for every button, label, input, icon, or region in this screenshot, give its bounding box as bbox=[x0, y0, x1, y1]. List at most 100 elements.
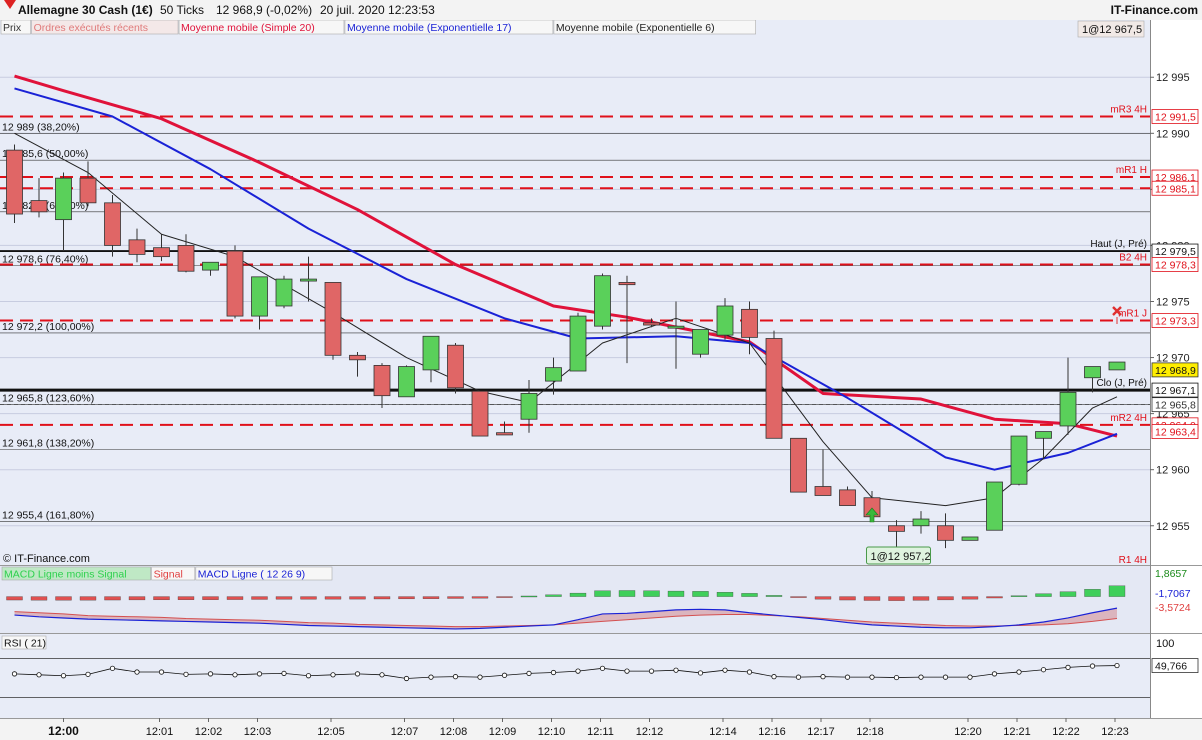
macd-histogram-bar bbox=[1010, 595, 1028, 597]
price-tag-label: 12 985,1 bbox=[1155, 183, 1196, 195]
candle-body bbox=[300, 278, 317, 282]
rsi-point bbox=[403, 675, 410, 682]
timestamp: 20 juil. 2020 12:23:53 bbox=[320, 3, 435, 17]
time-tick-label: 12:11 bbox=[587, 726, 614, 738]
legend-item-label: Ordres exécutés récents bbox=[34, 22, 148, 34]
macd-histogram-bar bbox=[79, 596, 97, 601]
candle-body bbox=[55, 177, 72, 221]
level-label: R1 4H bbox=[1119, 555, 1147, 566]
candle-body bbox=[594, 275, 611, 327]
rsi-point bbox=[11, 671, 18, 677]
chart-dropdown-icon[interactable] bbox=[4, 0, 16, 9]
candle-body bbox=[1010, 435, 1028, 485]
macd-histogram-bar bbox=[569, 592, 587, 597]
macd-histogram-bar bbox=[349, 596, 366, 600]
candle-body bbox=[324, 282, 342, 356]
candle-body bbox=[716, 305, 734, 336]
rsi-point bbox=[795, 674, 802, 680]
rsi-point bbox=[85, 671, 91, 677]
macd-histogram-bar bbox=[937, 596, 954, 601]
candle-body bbox=[226, 250, 244, 317]
macd-value-label: 1,8657 bbox=[1155, 568, 1187, 580]
macd-value-label: -3,5724 bbox=[1155, 602, 1191, 614]
candle-body bbox=[937, 525, 954, 541]
macd-histogram-bar bbox=[1059, 591, 1077, 597]
macd-histogram-bar bbox=[986, 596, 1003, 599]
rsi-point bbox=[575, 668, 581, 674]
candle-body bbox=[177, 245, 195, 272]
macd-histogram-bar bbox=[839, 596, 856, 601]
chart-area[interactable]: 12 989 (38,20%)12 985,6 (50,00%)12 982,6… bbox=[0, 20, 1202, 740]
rsi-point bbox=[183, 671, 189, 677]
time-tick-label: 12:00 bbox=[48, 724, 79, 738]
rsi-point bbox=[893, 674, 900, 681]
candle-body bbox=[569, 315, 587, 372]
legend-item-label: Moyenne mobile (Exponentielle 17) bbox=[347, 22, 512, 34]
price-tag-label: 12 963,4 bbox=[1155, 427, 1196, 439]
candle-body bbox=[986, 481, 1003, 531]
candle-body bbox=[667, 325, 685, 329]
candle-body bbox=[373, 365, 391, 397]
candle-body bbox=[1108, 361, 1126, 371]
candle-body bbox=[814, 486, 832, 496]
macd-histogram-bar bbox=[447, 596, 464, 599]
macd-legend-label: MACD Ligne ( 12 26 9) bbox=[198, 569, 305, 581]
fib-label: 12 961,8 (138,20%) bbox=[2, 438, 94, 450]
rsi-point bbox=[354, 671, 361, 677]
rsi-point bbox=[477, 674, 483, 680]
level-label: Haut (J, Pré) bbox=[1090, 239, 1147, 250]
main-plot-bg bbox=[0, 20, 1150, 565]
level-label: B2 4H bbox=[1119, 252, 1147, 263]
rsi-point bbox=[60, 673, 67, 679]
macd-legend-label: Signal bbox=[154, 569, 183, 581]
macd-histogram-bar bbox=[202, 596, 219, 600]
macd-histogram-bar bbox=[741, 593, 758, 597]
title-bar: Allemagne 30 Cash (1€) 50 Ticks 12 968,9… bbox=[0, 0, 1202, 21]
macd-histogram-bar bbox=[300, 596, 317, 600]
rsi-point bbox=[991, 671, 998, 677]
price-tag-label: 12 978,3 bbox=[1155, 259, 1196, 271]
time-tick-label: 12:21 bbox=[1003, 726, 1031, 738]
rsi-point bbox=[1065, 664, 1071, 671]
time-tick-label: 12:16 bbox=[758, 726, 786, 738]
rsi-point bbox=[746, 669, 753, 675]
price-tick-label: 12 955 bbox=[1156, 521, 1190, 533]
macd-histogram-bar bbox=[128, 596, 146, 601]
macd-histogram-bar bbox=[961, 596, 979, 600]
fib-label: 12 989 (38,20%) bbox=[2, 121, 80, 133]
candle-body bbox=[422, 335, 440, 371]
rsi-point bbox=[207, 671, 214, 677]
time-tick-label: 12:23 bbox=[1101, 726, 1129, 738]
candle-body bbox=[398, 366, 415, 398]
level-label: Clo (J, Pré) bbox=[1096, 378, 1147, 389]
level-label: mR1 H bbox=[1116, 165, 1147, 176]
rsi-point bbox=[452, 674, 459, 680]
rsi-point bbox=[550, 669, 557, 676]
candle-body bbox=[545, 367, 562, 382]
time-tick-label: 12:02 bbox=[195, 726, 223, 738]
rsi-legend-label: RSI ( 21) bbox=[4, 638, 46, 650]
candle-body bbox=[961, 536, 979, 541]
rsi-point bbox=[109, 665, 116, 671]
rsi-point bbox=[330, 672, 336, 678]
brand-label: IT-Finance.com bbox=[1110, 3, 1198, 17]
candle-body bbox=[790, 437, 807, 493]
time-tick-label: 12:10 bbox=[538, 726, 566, 738]
rsi-point bbox=[697, 670, 704, 676]
macd-histogram-bar bbox=[251, 596, 268, 600]
rsi-point bbox=[771, 674, 777, 680]
price-tag-label: 12 973,3 bbox=[1155, 316, 1196, 328]
rsi-point bbox=[501, 672, 508, 678]
ticks-setting[interactable]: 50 Ticks bbox=[160, 0, 204, 20]
candle-body bbox=[202, 261, 219, 271]
instrument-title: Allemagne 30 Cash (1€) bbox=[18, 3, 153, 17]
time-tick-label: 12:08 bbox=[440, 726, 468, 738]
fib-label: 12 965,8 (123,60%) bbox=[2, 393, 94, 405]
watermark: © IT-Finance.com bbox=[3, 553, 90, 565]
low-marker-label: 1@12 957,2 bbox=[871, 551, 931, 563]
candle-body bbox=[251, 276, 268, 317]
rsi-tick-label: 100 bbox=[1156, 638, 1174, 650]
price-tag-label: 12 979,5 bbox=[1155, 246, 1196, 258]
candle-body bbox=[275, 278, 293, 307]
macd-histogram-bar bbox=[1084, 589, 1101, 597]
